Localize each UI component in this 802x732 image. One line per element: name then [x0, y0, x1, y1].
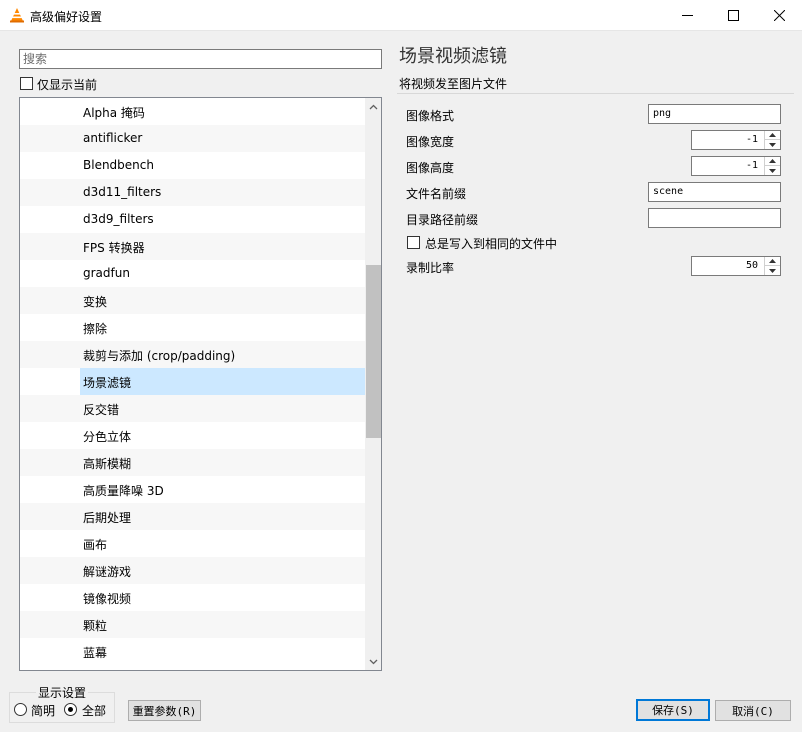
image-height-label: 图像高度: [406, 161, 455, 175]
tree-item-d3d11-filters[interactable]: d3d11_filters: [20, 179, 365, 206]
simple-radio-label: 简明: [31, 704, 56, 718]
image-width-label: 图像宽度: [406, 135, 455, 149]
tree-item-fps-converter[interactable]: FPS 转换器: [20, 233, 365, 260]
record-ratio-spinbox[interactable]: 50: [691, 256, 781, 276]
maximize-button[interactable]: [710, 0, 756, 30]
chevron-down-icon: [769, 168, 776, 173]
show-current-checkbox[interactable]: [20, 77, 33, 90]
radio-selected-dot: [68, 707, 73, 712]
category-tree[interactable]: Alpha 掩码 antiflicker Blendbench d3d11_fi…: [19, 97, 382, 671]
tree-item-transform[interactable]: 变换: [20, 287, 365, 314]
minimize-button[interactable]: [664, 0, 710, 30]
scroll-up-button[interactable]: [365, 98, 381, 115]
image-width-down[interactable]: [765, 140, 780, 149]
image-width-up[interactable]: [765, 131, 780, 140]
simple-radio[interactable]: [14, 703, 27, 716]
directory-prefix-input[interactable]: [648, 208, 781, 228]
display-settings-title: 显示设置: [36, 684, 89, 701]
scroll-thumb[interactable]: [366, 265, 381, 438]
panel-description: 将视频发至图片文件: [399, 77, 508, 91]
tree-item-gradfun[interactable]: gradfun: [20, 260, 365, 287]
filename-prefix-label: 文件名前缀: [406, 187, 467, 201]
record-ratio-up[interactable]: [765, 257, 780, 266]
always-same-file-checkbox[interactable]: [407, 236, 420, 249]
tree-item-bluescreen[interactable]: 蓝幕: [20, 638, 365, 665]
vlc-cone-icon: [10, 8, 24, 23]
scroll-down-button[interactable]: [365, 653, 381, 670]
image-format-label: 图像格式: [406, 109, 455, 123]
chevron-down-icon: [769, 142, 776, 147]
chevron-up-icon: [369, 104, 378, 109]
show-current-label: 仅显示当前: [37, 78, 98, 92]
image-width-value: -1: [745, 134, 758, 145]
tree-item-gaussian-blur[interactable]: 高斯模糊: [20, 449, 365, 476]
reset-button[interactable]: 重置参数(R): [128, 700, 201, 721]
always-same-file-label: 总是写入到相同的文件中: [425, 237, 558, 251]
tree-item-deinterlace[interactable]: 反交错: [20, 395, 365, 422]
record-ratio-down[interactable]: [765, 266, 780, 275]
tree-scrollbar[interactable]: [365, 98, 381, 670]
tree-item-alpha-mask[interactable]: Alpha 掩码: [20, 98, 365, 125]
tree-item-postproc[interactable]: 后期处理: [20, 503, 365, 530]
image-height-spinbox[interactable]: -1: [691, 156, 781, 176]
title-bar: 高级偏好设置: [0, 0, 802, 31]
tree-item-erase[interactable]: 擦除: [20, 314, 365, 341]
tree-item-grain[interactable]: 颗粒: [20, 611, 365, 638]
minimize-icon: [681, 14, 693, 16]
chevron-down-icon: [369, 659, 378, 664]
cancel-button[interactable]: 取消(C): [715, 700, 791, 721]
save-button[interactable]: 保存(S): [636, 699, 710, 721]
tree-item-puzzle[interactable]: 解谜游戏: [20, 557, 365, 584]
all-radio[interactable]: [64, 703, 77, 716]
record-ratio-value: 50: [745, 260, 758, 271]
panel-title: 场景视频滤镜: [399, 46, 507, 67]
close-icon: [773, 9, 785, 21]
search-input[interactable]: [19, 49, 382, 69]
tree-item-d3d9-filters[interactable]: d3d9_filters: [20, 206, 365, 233]
image-height-up[interactable]: [765, 157, 780, 166]
tree-item-antiflicker[interactable]: antiflicker: [20, 125, 365, 152]
directory-prefix-label: 目录路径前缀: [406, 213, 479, 227]
image-height-down[interactable]: [765, 166, 780, 175]
tree-item-crop-padding[interactable]: 裁剪与添加 (crop/padding): [20, 341, 365, 368]
tree-item-blendbench[interactable]: Blendbench: [20, 152, 365, 179]
chevron-up-icon: [769, 159, 776, 163]
chevron-up-icon: [769, 259, 776, 263]
chevron-up-icon: [769, 133, 776, 137]
image-format-input[interactable]: png: [648, 104, 781, 124]
close-button[interactable]: [756, 0, 802, 30]
maximize-icon: [727, 9, 739, 21]
window-title: 高级偏好设置: [30, 10, 103, 24]
image-width-spinbox[interactable]: -1: [691, 130, 781, 150]
panel-divider: [397, 93, 794, 94]
all-radio-label: 全部: [82, 704, 107, 718]
chevron-down-icon: [769, 268, 776, 273]
record-ratio-label: 录制比率: [406, 261, 455, 275]
tree-item-anaglyph[interactable]: 分色立体: [20, 422, 365, 449]
tree-item-hqdn3d[interactable]: 高质量降噪 3D: [20, 476, 365, 503]
tree-item-scene-filter[interactable]: 场景滤镜: [80, 368, 365, 395]
tree-item-canvas[interactable]: 画布: [20, 530, 365, 557]
image-height-value: -1: [745, 160, 758, 171]
filename-prefix-input[interactable]: scene: [648, 182, 781, 202]
tree-item-mirror[interactable]: 镜像视频: [20, 584, 365, 611]
